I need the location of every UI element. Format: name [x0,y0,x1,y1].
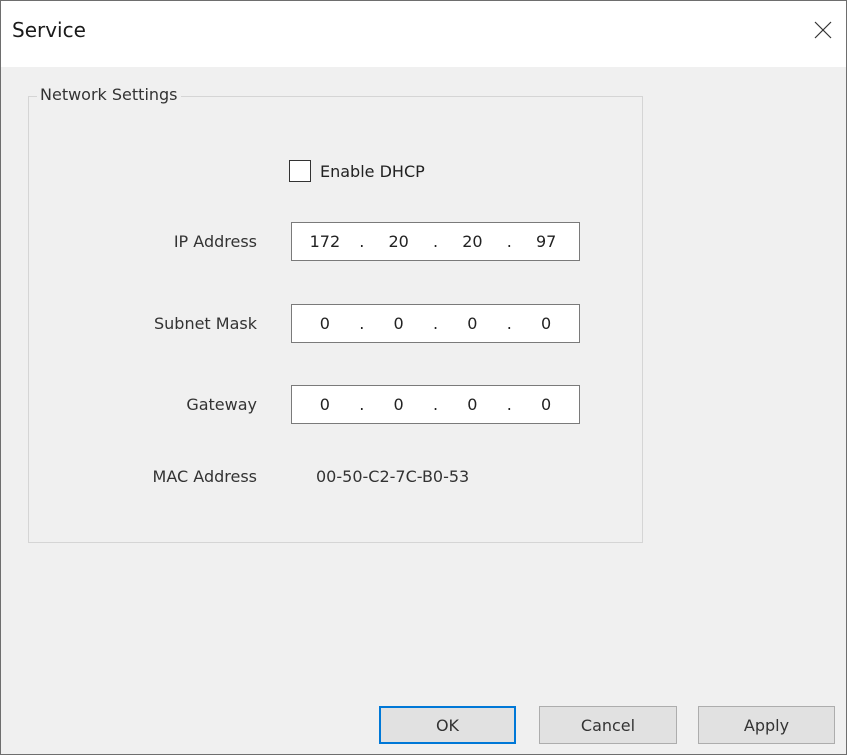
mac-address-label: MAC Address [152,467,257,486]
octet-separator: . [506,314,512,333]
subnet-octet-2[interactable]: 0 [366,314,432,333]
ip-address-field[interactable]: 172 . 20 . 20 . 97 [291,222,580,261]
octet-separator: . [432,314,439,333]
ip-octet-4[interactable]: 97 [513,232,579,251]
service-dialog: Service Network Settings Enable DHCP IP … [0,0,847,755]
gateway-octet-2[interactable]: 0 [366,395,432,414]
octet-separator: . [506,395,512,414]
ip-octet-3[interactable]: 20 [440,232,506,251]
checkbox-box[interactable] [289,160,311,182]
subnet-octet-3[interactable]: 0 [440,314,506,333]
gateway-octet-4[interactable]: 0 [513,395,579,414]
enable-dhcp-label: Enable DHCP [320,161,425,181]
ip-octet-1[interactable]: 172 [292,232,358,251]
octet-separator: . [359,314,365,333]
gateway-label: Gateway [186,395,257,414]
octet-separator: . [432,395,439,414]
gateway-octet-3[interactable]: 0 [440,395,506,414]
title-bar: Service [1,1,846,67]
subnet-mask-field[interactable]: 0 . 0 . 0 . 0 [291,304,580,343]
octet-separator: . [506,232,512,251]
octet-separator: . [432,232,439,251]
mac-address-value: 00-50-C2-7C-B0-53 [316,467,470,486]
window-title: Service [12,18,86,42]
apply-button[interactable]: Apply [698,706,835,744]
ip-octet-2[interactable]: 20 [366,232,432,251]
ok-button[interactable]: OK [379,706,516,744]
group-label: Network Settings [37,85,181,104]
gateway-octet-1[interactable]: 0 [292,395,358,414]
octet-separator: . [359,395,365,414]
close-icon [814,21,832,39]
enable-dhcp-checkbox[interactable]: Enable DHCP [289,160,425,182]
subnet-mask-label: Subnet Mask [153,314,257,333]
subnet-octet-4[interactable]: 0 [513,314,579,333]
subnet-octet-1[interactable]: 0 [292,314,358,333]
cancel-button[interactable]: Cancel [539,706,677,744]
gateway-field[interactable]: 0 . 0 . 0 . 0 [291,385,580,424]
ip-address-label: IP Address [173,232,257,251]
octet-separator: . [359,232,365,251]
close-button[interactable] [800,1,846,59]
